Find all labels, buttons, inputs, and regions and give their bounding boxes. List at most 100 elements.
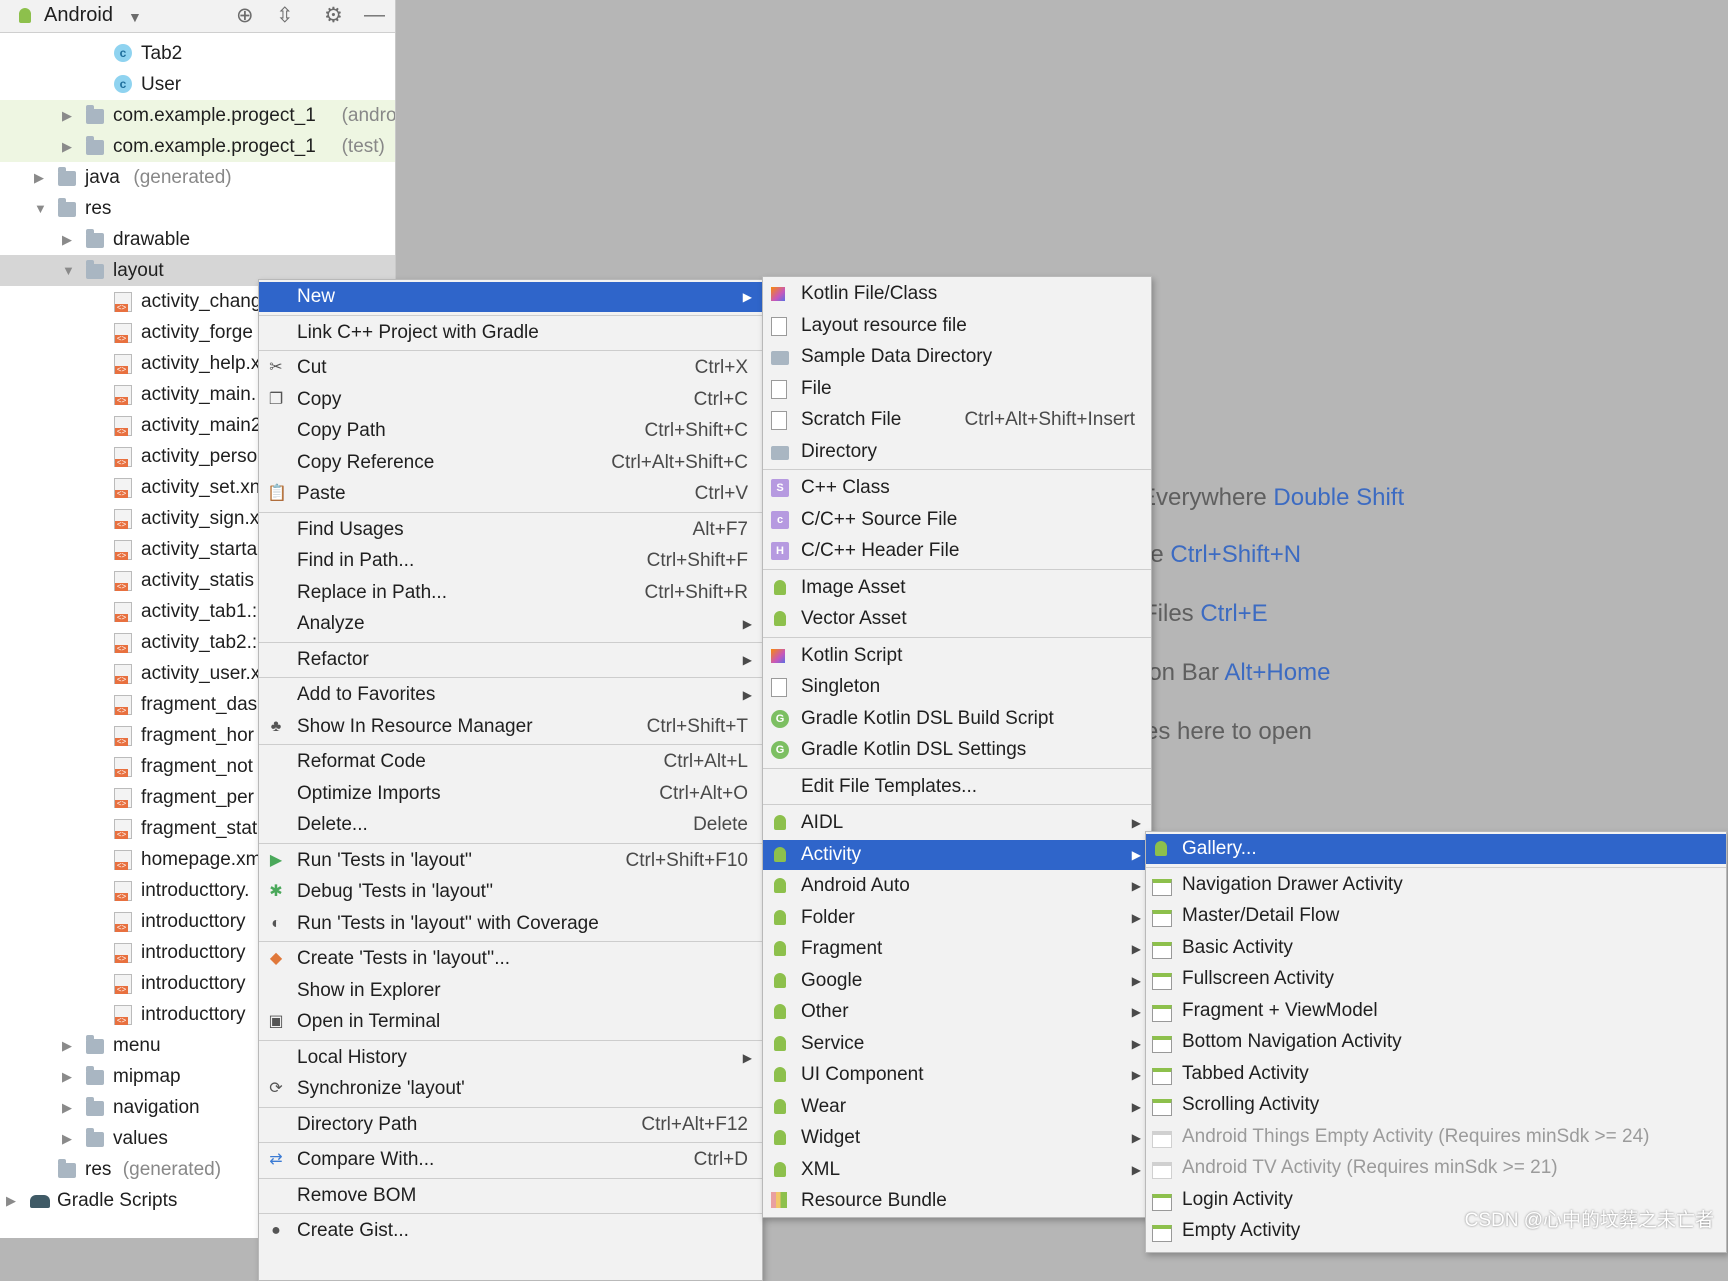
menu-item-create-gist[interactable]: ● Create Gist... <box>259 1216 762 1246</box>
menu-item-copy-reference[interactable]: Copy Reference Ctrl+Alt+Shift+C <box>259 448 762 478</box>
hide-icon[interactable]: — <box>364 3 385 27</box>
menu-item-google[interactable]: Google ▶ <box>763 966 1151 996</box>
menu-item-compare-with[interactable]: ⇄ Compare With... Ctrl+D <box>259 1145 762 1175</box>
menu-item-local-history[interactable]: Local History ▶ <box>259 1043 762 1073</box>
menu-item-find-usages[interactable]: Find Usages Alt+F7 <box>259 515 762 545</box>
collapsed-arrow-icon[interactable]: ▶ <box>34 162 44 193</box>
menu-item-copy-path[interactable]: Copy Path Ctrl+Shift+C <box>259 416 762 446</box>
menu-item-basic-activity[interactable]: Basic Activity <box>1146 933 1726 963</box>
menu-item-synchronize-layout[interactable]: ⟳ Synchronize 'layout' <box>259 1074 762 1104</box>
menu-item-layout-resource-file[interactable]: Layout resource file <box>763 311 1151 341</box>
menu-item-resource-bundle[interactable]: Resource Bundle <box>763 1186 1151 1216</box>
menu-item-aidl[interactable]: AIDL ▶ <box>763 808 1151 838</box>
menu-item-show-in-resource-manager[interactable]: ♣ Show In Resource Manager Ctrl+Shift+T <box>259 712 762 742</box>
menu-item-bottom-navigation-activity[interactable]: Bottom Navigation Activity <box>1146 1027 1726 1057</box>
menu-item-open-in-terminal[interactable]: ▣ Open in Terminal <box>259 1007 762 1037</box>
menu-item-singleton[interactable]: Singleton <box>763 672 1151 702</box>
collapsed-arrow-icon[interactable]: ▶ <box>62 131 72 162</box>
expanded-arrow-icon[interactable]: ▼ <box>34 193 47 224</box>
menu-item-kotlin-file-class[interactable]: Kotlin File/Class <box>763 279 1151 309</box>
menu-item-create-tests-in-layout[interactable]: ◆ Create 'Tests in 'layout''... <box>259 944 762 974</box>
menu-item-image-asset[interactable]: Image Asset <box>763 573 1151 603</box>
menu-item-copy[interactable]: ❐ Copy Ctrl+C <box>259 385 762 415</box>
collapsed-arrow-icon[interactable]: ▶ <box>62 1123 72 1154</box>
xml-icon <box>114 757 132 777</box>
chevron-down-icon[interactable]: ▼ <box>128 9 142 25</box>
menu-item-label: Delete... <box>297 814 368 835</box>
menu-item-gradle-kotlin-dsl-build-script[interactable]: G Gradle Kotlin DSL Build Script <box>763 704 1151 734</box>
menu-item-cut[interactable]: ✂ Cut Ctrl+X <box>259 353 762 383</box>
menu-item-kotlin-script[interactable]: Kotlin Script <box>763 641 1151 671</box>
collapsed-arrow-icon[interactable]: ▶ <box>62 224 72 255</box>
tree-row[interactable]: c Tab2 <box>0 38 395 69</box>
menu-item-add-to-favorites[interactable]: Add to Favorites ▶ <box>259 680 762 710</box>
menu-item-sample-data-directory[interactable]: Sample Data Directory <box>763 342 1151 372</box>
menu-item-remove-bom[interactable]: Remove BOM <box>259 1181 762 1211</box>
expanded-arrow-icon[interactable]: ▼ <box>62 255 75 286</box>
menu-item-service[interactable]: Service ▶ <box>763 1029 1151 1059</box>
tree-row[interactable]: ▼ res <box>0 193 395 224</box>
menu-item-file[interactable]: File <box>763 374 1151 404</box>
collapsed-arrow-icon[interactable]: ▶ <box>62 100 72 131</box>
menu-item-c-class[interactable]: S C++ Class <box>763 473 1151 503</box>
menu-item-debug-tests-in-layout[interactable]: ✱ Debug 'Tests in 'layout'' <box>259 877 762 907</box>
menu-item-label: Show in Explorer <box>297 979 441 1001</box>
menu-item-paste[interactable]: 📋 Paste Ctrl+V <box>259 479 762 509</box>
menu-item-gradle-kotlin-dsl-settings[interactable]: G Gradle Kotlin DSL Settings <box>763 735 1151 765</box>
menu-item-reformat-code[interactable]: Reformat Code Ctrl+Alt+L <box>259 747 762 777</box>
menu-item-optimize-imports[interactable]: Optimize Imports Ctrl+Alt+O <box>259 779 762 809</box>
project-toolbar: Android ▼ ⊕ ⇳ ⚙ — <box>0 0 395 33</box>
menu-item-edit-file-templates[interactable]: Edit File Templates... <box>763 772 1151 802</box>
collapsed-arrow-icon[interactable]: ▶ <box>6 1185 16 1216</box>
menu-item-find-in-path[interactable]: Find in Path... Ctrl+Shift+F <box>259 546 762 576</box>
menu-item-folder[interactable]: Folder ▶ <box>763 903 1151 933</box>
menu-item-run-tests-in-layout-with-coverage[interactable]: ◐ Run 'Tests in 'layout'' with Coverage <box>259 909 762 939</box>
menu-item-gallery[interactable]: Gallery... <box>1146 834 1726 864</box>
menu-item-scratch-file[interactable]: Scratch File Ctrl+Alt+Shift+Insert <box>763 405 1151 435</box>
menu-item-directory[interactable]: Directory <box>763 437 1151 467</box>
menu-item-master-detail-flow[interactable]: Master/Detail Flow <box>1146 901 1726 931</box>
menu-item-label: Create 'Tests in 'layout''... <box>297 948 511 969</box>
menu-item-run-tests-in-layout[interactable]: ▶ Run 'Tests in 'layout'' Ctrl+Shift+F10 <box>259 846 762 876</box>
menu-item-replace-in-path[interactable]: Replace in Path... Ctrl+Shift+R <box>259 578 762 608</box>
menu-item-label: Wear <box>801 1095 847 1117</box>
collapsed-arrow-icon[interactable]: ▶ <box>62 1030 72 1061</box>
collapsed-arrow-icon[interactable]: ▶ <box>62 1061 72 1092</box>
menu-item-tabbed-activity[interactable]: Tabbed Activity <box>1146 1059 1726 1089</box>
menu-item-fragment[interactable]: Fragment ▶ <box>763 934 1151 964</box>
menu-item-label: Show In Resource Manager <box>297 715 533 737</box>
menu-item-fullscreen-activity[interactable]: Fullscreen Activity <box>1146 964 1726 994</box>
tree-row[interactable]: c User <box>0 69 395 100</box>
menu-item-shortcut: Alt+F7 <box>692 518 748 540</box>
collapsed-arrow-icon[interactable]: ▶ <box>62 1092 72 1123</box>
menu-item-show-in-explorer[interactable]: Show in Explorer <box>259 976 762 1006</box>
menu-item-refactor[interactable]: Refactor ▶ <box>259 645 762 675</box>
menu-item-other[interactable]: Other ▶ <box>763 997 1151 1027</box>
menu-item-fragment-viewmodel[interactable]: Fragment + ViewModel <box>1146 996 1726 1026</box>
menu-item-scrolling-activity[interactable]: Scrolling Activity <box>1146 1090 1726 1120</box>
gear-icon[interactable]: ⚙ <box>324 3 343 28</box>
menu-item-widget[interactable]: Widget ▶ <box>763 1123 1151 1153</box>
menu-item-ui-component[interactable]: UI Component ▶ <box>763 1060 1151 1090</box>
menu-item-directory-path[interactable]: Directory Path Ctrl+Alt+F12 <box>259 1110 762 1140</box>
tree-row[interactable]: ▶ java (generated) <box>0 162 395 193</box>
collapse-all-icon[interactable]: ⇳ <box>276 3 294 28</box>
menu-item-delete[interactable]: Delete... Delete <box>259 810 762 840</box>
tree-row[interactable]: ▶ com.example.progect_1 (androic <box>0 100 395 131</box>
tree-row[interactable]: ▶ com.example.progect_1 (test) <box>0 131 395 162</box>
menu-item-label: XML <box>801 1158 841 1180</box>
menu-item-analyze[interactable]: Analyze ▶ <box>259 609 762 639</box>
menu-item-new[interactable]: New ▶ <box>259 282 762 312</box>
menu-item-xml[interactable]: XML ▶ <box>763 1155 1151 1185</box>
menu-item-c-c-header-file[interactable]: H C/C++ Header File <box>763 536 1151 566</box>
menu-item-c-c-source-file[interactable]: c C/C++ Source File <box>763 505 1151 535</box>
tree-row[interactable]: ▶ drawable <box>0 224 395 255</box>
view-selector[interactable]: Android <box>44 4 113 27</box>
menu-item-link-c-project-with-gradle[interactable]: Link C++ Project with Gradle <box>259 318 762 348</box>
menu-item-navigation-drawer-activity[interactable]: Navigation Drawer Activity <box>1146 870 1726 900</box>
menu-item-android-auto[interactable]: Android Auto ▶ <box>763 871 1151 901</box>
menu-item-activity[interactable]: Activity ▶ <box>763 839 1151 870</box>
menu-item-wear[interactable]: Wear ▶ <box>763 1092 1151 1122</box>
locate-icon[interactable]: ⊕ <box>236 3 254 28</box>
menu-item-vector-asset[interactable]: Vector Asset <box>763 604 1151 634</box>
